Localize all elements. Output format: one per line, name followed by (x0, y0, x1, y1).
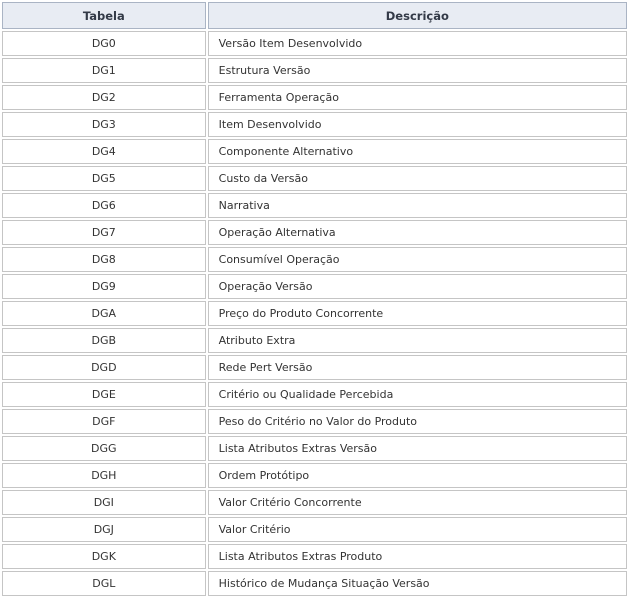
table-row: DGG Lista Atributos Extras Versão (2, 436, 627, 461)
table-row: DGD Rede Pert Versão (2, 355, 627, 380)
table-code-cell: DGB (2, 328, 206, 353)
table-description-cell: Preço do Produto Concorrente (207, 301, 627, 326)
table-row: DG1 Estrutura Versão (2, 58, 627, 83)
table-row: DG9 Operação Versão (2, 274, 627, 299)
table-row: DGJ Valor Critério (2, 517, 627, 542)
table-code-cell: DG5 (2, 166, 206, 191)
table-row: DGF Peso do Critério no Valor do Produto (2, 409, 627, 434)
column-header-tabela: Tabela (2, 2, 206, 29)
table-code-cell: DGK (2, 544, 206, 569)
table-description-cell: Custo da Versão (207, 166, 627, 191)
table-description-cell: Ferramenta Operação (207, 85, 627, 110)
table-code-cell: DG3 (2, 112, 206, 137)
table-description-cell: Lista Atributos Extras Versão (207, 436, 627, 461)
column-header-descricao: Descrição (207, 2, 627, 29)
table-description-cell: Operação Versão (207, 274, 627, 299)
table-code-cell: DG0 (2, 31, 206, 56)
table-row: DG0 Versão Item Desenvolvido (2, 31, 627, 56)
table-description-cell: Ordem Protótipo (207, 463, 627, 488)
table-row: DGI Valor Critério Concorrente (2, 490, 627, 515)
table-code-cell: DGH (2, 463, 206, 488)
tables-list: Tabela Descrição DG0 Versão Item Desenvol… (0, 0, 629, 598)
table-description-cell: Operação Alternativa (207, 220, 627, 245)
table-row: DG4 Componente Alternativo (2, 139, 627, 164)
table-row: DGK Lista Atributos Extras Produto (2, 544, 627, 569)
table-description-cell: Versão Item Desenvolvido (207, 31, 627, 56)
table-code-cell: DG6 (2, 193, 206, 218)
table-row: DG3 Item Desenvolvido (2, 112, 627, 137)
table-row: DGB Atributo Extra (2, 328, 627, 353)
table-description-cell: Consumível Operação (207, 247, 627, 272)
table-description-cell: Lista Atributos Extras Produto (207, 544, 627, 569)
table-description-cell: Atributo Extra (207, 328, 627, 353)
table-code-cell: DGA (2, 301, 206, 326)
table-description-cell: Rede Pert Versão (207, 355, 627, 380)
table-code-cell: DGJ (2, 517, 206, 542)
table-description-cell: Item Desenvolvido (207, 112, 627, 137)
table-code-cell: DGI (2, 490, 206, 515)
table-row: DG8 Consumível Operação (2, 247, 627, 272)
table-row: DGE Critério ou Qualidade Percebida (2, 382, 627, 407)
table-code-cell: DGF (2, 409, 206, 434)
table-description-cell: Narrativa (207, 193, 627, 218)
table-description-cell: Valor Critério (207, 517, 627, 542)
table-code-cell: DGD (2, 355, 206, 380)
table-code-cell: DGG (2, 436, 206, 461)
table-code-cell: DG9 (2, 274, 206, 299)
table-description-cell: Estrutura Versão (207, 58, 627, 83)
table-description-cell: Componente Alternativo (207, 139, 627, 164)
table-description-cell: Histórico de Mudança Situação Versão (207, 571, 627, 596)
table-row: DG6 Narrativa (2, 193, 627, 218)
table-row: DG2 Ferramenta Operação (2, 85, 627, 110)
table-description-cell: Peso do Critério no Valor do Produto (207, 409, 627, 434)
table-row: DGL Histórico de Mudança Situação Versão (2, 571, 627, 596)
table-description-cell: Valor Critério Concorrente (207, 490, 627, 515)
table-code-cell: DGE (2, 382, 206, 407)
table-code-cell: DG7 (2, 220, 206, 245)
table-code-cell: DG2 (2, 85, 206, 110)
table-code-cell: DG1 (2, 58, 206, 83)
header-row: Tabela Descrição (2, 2, 627, 29)
table-code-cell: DGL (2, 571, 206, 596)
table-row: DGH Ordem Protótipo (2, 463, 627, 488)
table-row: DGA Preço do Produto Concorrente (2, 301, 627, 326)
table-code-cell: DG4 (2, 139, 206, 164)
table-code-cell: DG8 (2, 247, 206, 272)
table-row: DG7 Operação Alternativa (2, 220, 627, 245)
table-description-cell: Critério ou Qualidade Percebida (207, 382, 627, 407)
table-row: DG5 Custo da Versão (2, 166, 627, 191)
